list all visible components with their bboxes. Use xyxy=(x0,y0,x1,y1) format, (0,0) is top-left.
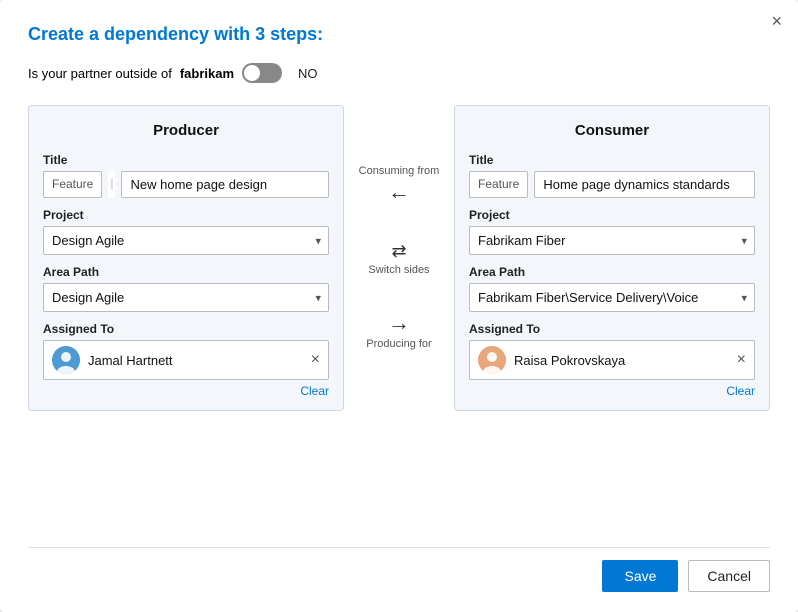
consumer-area-path-label: Area Path xyxy=(469,265,755,279)
cancel-button[interactable]: Cancel xyxy=(688,560,770,592)
producer-type-sep: | xyxy=(108,171,115,198)
partner-label: Is your partner outside of xyxy=(28,66,172,81)
toggle-track[interactable] xyxy=(242,63,282,83)
columns-container: Producer Title Feature | Project Design … xyxy=(28,105,770,525)
create-dependency-dialog: × Create a dependency with 3 steps: Is y… xyxy=(0,0,798,612)
switch-sides-section[interactable]: ⇄ Switch sides xyxy=(368,241,429,276)
switch-sides-icon: ⇄ xyxy=(391,241,406,262)
toggle-state-label: NO xyxy=(298,66,318,81)
producer-project-select[interactable]: Design Agile xyxy=(43,226,329,255)
middle-column: Consuming from ← ⇄ Switch sides → Produc… xyxy=(344,105,454,350)
consumer-clear-link[interactable]: Clear xyxy=(469,384,755,398)
consuming-from-section: Consuming from ← xyxy=(359,165,440,203)
consumer-area-path-wrap: Fabrikam Fiber\Service Delivery\Voice ▾ xyxy=(469,283,755,312)
toggle-knob xyxy=(244,65,260,81)
consumer-title-input[interactable] xyxy=(534,171,755,198)
switch-sides-label: Switch sides xyxy=(368,264,429,276)
producer-title-input[interactable] xyxy=(121,171,329,198)
producer-project-wrap: Design Agile ▾ xyxy=(43,226,329,255)
right-arrow-icon: → xyxy=(388,312,410,334)
producer-avatar xyxy=(52,346,80,374)
close-button[interactable]: × xyxy=(771,12,782,30)
consumer-project-wrap: Fabrikam Fiber ▾ xyxy=(469,226,755,255)
consumer-avatar xyxy=(478,346,506,374)
producer-title-label: Title xyxy=(43,153,329,167)
dialog-footer: Save Cancel xyxy=(28,547,770,592)
consumer-area-path-select[interactable]: Fabrikam Fiber\Service Delivery\Voice xyxy=(469,283,755,312)
producer-assigned-row: Jamal Hartnett × xyxy=(43,340,329,380)
dialog-title: Create a dependency with 3 steps: xyxy=(28,24,770,45)
producer-clear-assigned-button[interactable]: × xyxy=(311,352,320,368)
consumer-title-label: Title xyxy=(469,153,755,167)
consumer-title: Consumer xyxy=(469,122,755,139)
producer-title: Producer xyxy=(43,122,329,139)
producer-project-label: Project xyxy=(43,208,329,222)
partner-name: fabrikam xyxy=(180,66,234,81)
consuming-from-label: Consuming from xyxy=(359,165,440,177)
outside-partner-toggle[interactable] xyxy=(242,63,282,83)
producer-area-path-label: Area Path xyxy=(43,265,329,279)
save-button[interactable]: Save xyxy=(602,560,678,592)
producer-area-path-select[interactable]: Design Agile xyxy=(43,283,329,312)
consumer-type-badge: Feature xyxy=(469,171,528,198)
consumer-assigned-label: Assigned To xyxy=(469,322,755,336)
consumer-assigned-name: Raisa Pokrovskaya xyxy=(514,353,729,368)
partner-row: Is your partner outside of fabrikam NO xyxy=(28,63,770,83)
consumer-clear-assigned-button[interactable]: × xyxy=(737,352,746,368)
consumer-assigned-row: Raisa Pokrovskaya × xyxy=(469,340,755,380)
left-arrow-icon: ← xyxy=(388,181,410,203)
producing-for-label: Producing for xyxy=(366,338,431,350)
producer-title-row: Feature | xyxy=(43,171,329,198)
producing-for-section: → Producing for xyxy=(366,312,431,350)
producer-type-badge: Feature xyxy=(43,171,102,198)
producer-assigned-label: Assigned To xyxy=(43,322,329,336)
producer-clear-link[interactable]: Clear xyxy=(43,384,329,398)
consumer-project-select[interactable]: Fabrikam Fiber xyxy=(469,226,755,255)
producer-panel: Producer Title Feature | Project Design … xyxy=(28,105,344,411)
producer-assigned-name: Jamal Hartnett xyxy=(88,353,303,368)
consumer-project-label: Project xyxy=(469,208,755,222)
consumer-panel: Consumer Title Feature Project Fabrikam … xyxy=(454,105,770,411)
producer-area-path-wrap: Design Agile ▾ xyxy=(43,283,329,312)
consumer-title-row: Feature xyxy=(469,171,755,198)
